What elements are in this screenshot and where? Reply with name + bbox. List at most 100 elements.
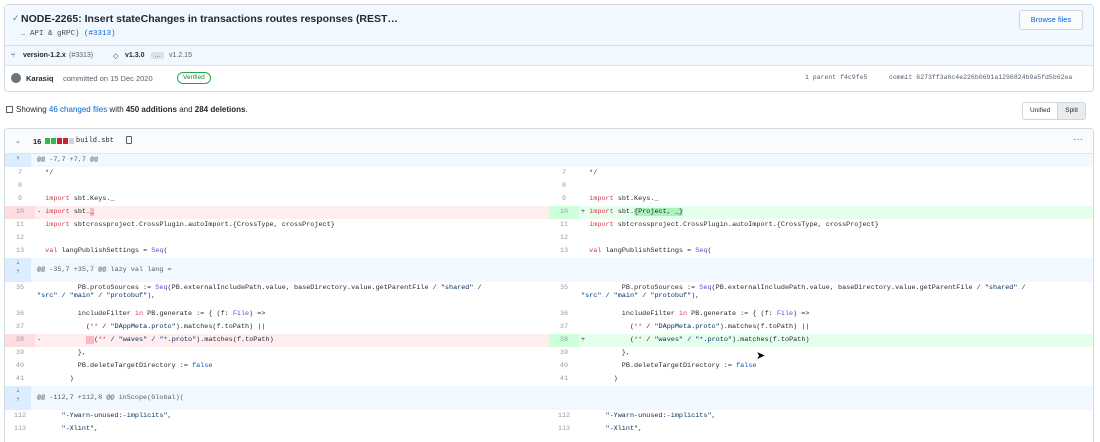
code-line: "-Ywarn-unused:-implicits", [61,412,172,420]
more-options-icon[interactable]: ··· [1073,134,1083,145]
committed-date: committed on 15 Dec 2020 [63,74,153,83]
line-number[interactable]: 8 [549,180,579,193]
line-number[interactable]: 38 [549,334,579,347]
file-name[interactable]: build.sbt [76,137,114,145]
tag-main[interactable]: v1.3.0 [125,52,144,59]
branch-icon: ⑂ [11,52,16,59]
changed-files-link[interactable]: 46 changed files [49,105,107,114]
diffstat-add [45,138,50,144]
line-number[interactable]: 40 [5,360,35,373]
line-number[interactable]: 13 [549,245,579,258]
line-number[interactable]: 11 [549,219,579,232]
expand-both-icon[interactable]: ⇣ ⇡ [5,258,31,282]
code-line: */ [37,169,54,177]
file-change-count: 16 [33,137,42,146]
verified-badge[interactable]: Verified [177,72,211,84]
code-line: ) [581,375,618,383]
commit-sha: commit 6273ff3a6c4e226b0691a1296824b9a5f… [889,74,1073,81]
line-number[interactable]: 112 [549,410,579,423]
line-number[interactable]: 10 [549,206,579,219]
diff-row: 40 PB.deleteTargetDirectory := false 40 … [5,360,1093,373]
split-view-button[interactable]: Split [1058,103,1085,119]
code-line: import sbtcrossproject.CrossPlugin.autoI… [45,221,335,229]
line-number[interactable]: 36 [549,308,579,321]
branch-name[interactable]: version-1.2.x [23,52,66,59]
code-line: includeFilter in PB.generate := { (f: Fi… [37,310,266,318]
diff-row: 8 8 [5,180,1093,193]
hunk-text: @@ -35,7 +35,7 @@ lazy val lang = [37,266,172,274]
hunk-text: @@ -112,7 +112,8 @@ inScope(Global)( [37,394,184,402]
commit-title-bar: ✓ NODE-2265: Insert stateChanges in tran… [5,5,1093,46]
code-line: PB.protoSources := Seq(PB.externalInclud… [37,284,482,300]
parent-sha[interactable]: 1 parent f4c9fe5 [805,74,867,81]
line-number[interactable]: 37 [5,321,35,334]
code-line: val langPublishSettings = Seq( [45,247,168,255]
line-number[interactable]: 13 [5,245,35,258]
expand-up-icon[interactable]: ⇡ [5,154,31,167]
line-number[interactable]: 112 [5,410,35,423]
line-number[interactable]: 37 [549,321,579,334]
line-number[interactable]: 12 [549,232,579,245]
summary-prefix: Showing [16,105,49,114]
file-tree-icon[interactable] [6,106,13,113]
code-line: import sbt.Keys._ [589,195,659,203]
commit-pr-link[interactable]: (#3313) [84,30,116,38]
line-number[interactable]: 39 [549,347,579,360]
commit-header: ✓ NODE-2265: Insert stateChanges in tran… [4,4,1094,92]
line-number[interactable]: 9 [5,193,35,206]
tag-icon: ◇ [113,53,119,60]
line-number[interactable]: 7 [549,167,579,180]
line-number[interactable]: 38 [5,334,35,347]
author-name[interactable]: Karasiq [26,74,54,83]
code-line: ) [37,375,74,383]
additions-count: 450 additions [125,105,177,114]
diff-row: 37 (** / "DAppMeta.proto").matches(f.toP… [5,321,1093,334]
line-number[interactable]: 40 [549,360,579,373]
line-number[interactable]: 9 [549,193,579,206]
expand-both-icon[interactable]: ⇣ ⇡ [5,386,31,410]
tag-old[interactable]: v1.2.15 [169,52,192,59]
diff-row: 39 }, 39 }, [5,347,1093,360]
code-line: }, [581,349,630,357]
line-number[interactable]: 36 [5,308,35,321]
line-number[interactable]: 113 [549,423,579,436]
code-line: val langPublishSettings = Seq( [589,247,712,255]
unified-view-button[interactable]: Unified [1023,103,1059,119]
code-line: PB.protoSources := Seq(PB.externalInclud… [581,284,1026,300]
browse-files-button[interactable]: Browse files [1019,10,1083,30]
chevron-down-icon[interactable]: ⌄ [15,137,21,145]
line-number[interactable]: 10 [5,206,35,219]
summary-and: and [176,105,195,114]
copy-icon[interactable] [126,136,132,144]
diff-row: 11 import sbtcrossproject.CrossPlugin.au… [5,219,1093,232]
diff-row: 36 includeFilter in PB.generate := { (f:… [5,308,1093,321]
code-line: */ [581,169,598,177]
file-header: ⌄ 16 build.sbt ··· [5,129,1093,154]
line-number[interactable]: 7 [5,167,35,180]
code-line: import sbt.Keys._ [45,195,115,203]
commit-subtitle-text: … API & gRPC) [21,30,85,38]
branch-pr[interactable]: (#3313) [69,52,93,59]
hunk-header: ⇣ ⇡ @@ -112,7 +112,8 @@ inScope(Global)( [5,386,1093,410]
line-number[interactable]: 8 [5,180,35,193]
code-line: PB.deleteTargetDirectory := false [581,362,757,370]
commit-title: NODE-2265: Insert stateChanges in transa… [21,13,398,25]
avatar[interactable] [11,73,21,83]
diffstat-bars [45,138,74,144]
diff-row: 13 val langPublishSettings = Seq( 13 val… [5,245,1093,258]
code-line: "-Ywarn-unused:-implicits", [605,412,716,420]
hunk-header: ⇣ ⇡ @@ -35,7 +35,7 @@ lazy val lang = [5,258,1093,282]
line-number[interactable]: 12 [5,232,35,245]
line-number[interactable]: 113 [5,423,35,436]
line-number[interactable]: 11 [5,219,35,232]
code-line-deleted: - import sbt._ [37,208,95,216]
line-number[interactable]: 39 [5,347,35,360]
tag-more-button[interactable]: … [151,52,164,59]
line-number[interactable]: 35 [549,282,579,308]
code-line: import sbtcrossproject.CrossPlugin.autoI… [589,221,879,229]
line-number[interactable]: 41 [5,373,35,386]
line-number[interactable]: 35 [5,282,35,308]
line-number[interactable]: 41 [549,373,579,386]
view-toggle: Unified Split [1022,102,1086,120]
mouse-cursor-icon: ➤ [756,350,766,362]
